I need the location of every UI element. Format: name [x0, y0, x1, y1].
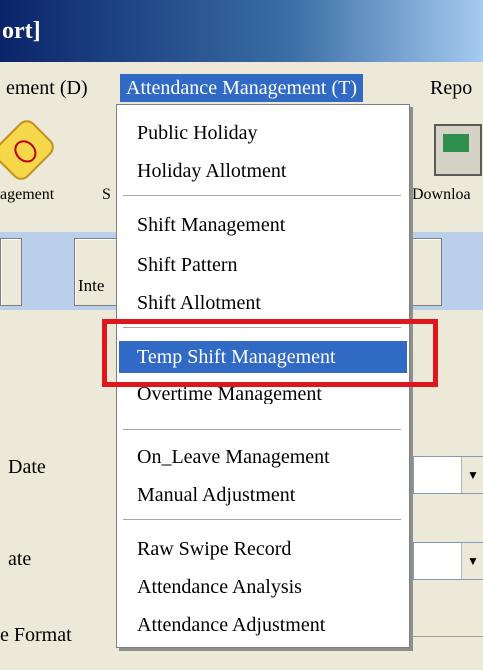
menu-separator — [123, 195, 401, 196]
menu-item-reports[interactable]: Repo — [424, 74, 478, 102]
button-left[interactable] — [0, 238, 22, 306]
menu-item-shift-allotment[interactable]: Shift Allotment — [119, 287, 407, 319]
menu-item-shift-management[interactable]: Shift Management — [119, 209, 407, 241]
title-bar: ort] — [0, 0, 483, 62]
chevron-down-icon[interactable]: ▼ — [461, 457, 483, 493]
highlight-annotation-box — [102, 319, 438, 387]
toolbar-label-download[interactable]: Downloa — [412, 186, 471, 204]
menu-item-attendance-adjustment[interactable]: Attendance Adjustment — [119, 609, 407, 641]
menu-item-overtime-management[interactable]: Overtime Management — [119, 384, 407, 404]
chevron-down-icon[interactable]: ▼ — [461, 543, 483, 579]
button-right[interactable] — [408, 238, 442, 306]
menu-item-d[interactable]: ement (D) — [0, 74, 94, 102]
toolbar-label-s[interactable]: S — [102, 186, 111, 204]
window-title: ort] — [2, 18, 41, 44]
date-label-2: ate — [8, 548, 32, 570]
menu-item-raw-swipe-record[interactable]: Raw Swipe Record — [119, 533, 407, 565]
menu-item-attendance-analysis[interactable]: Attendance Analysis — [119, 571, 407, 603]
date-combo-2[interactable]: ▼ — [413, 542, 483, 580]
menu-separator — [123, 519, 401, 520]
button-inte-label: Inte — [78, 276, 105, 295]
menu-item-attendance-management[interactable]: Attendance Management (T) — [120, 74, 364, 102]
menu-item-on-leave-management[interactable]: On_Leave Management — [119, 441, 407, 473]
menu-separator — [123, 429, 401, 430]
menu-item-shift-pattern[interactable]: Shift Pattern — [119, 249, 407, 281]
menu-item-manual-adjustment[interactable]: Manual Adjustment — [119, 479, 407, 511]
date-label: Date — [8, 456, 46, 478]
menu-item-holiday-allotment[interactable]: Holiday Allotment — [119, 155, 407, 187]
computer-download-icon[interactable] — [434, 124, 482, 176]
format-label: e Format — [0, 624, 72, 646]
ui-icon[interactable] — [0, 116, 58, 184]
menu-item-public-holiday[interactable]: Public Holiday — [119, 117, 407, 149]
date-combo[interactable]: ▼ — [413, 456, 483, 494]
toolbar-label-agement[interactable]: agement — [0, 186, 54, 204]
